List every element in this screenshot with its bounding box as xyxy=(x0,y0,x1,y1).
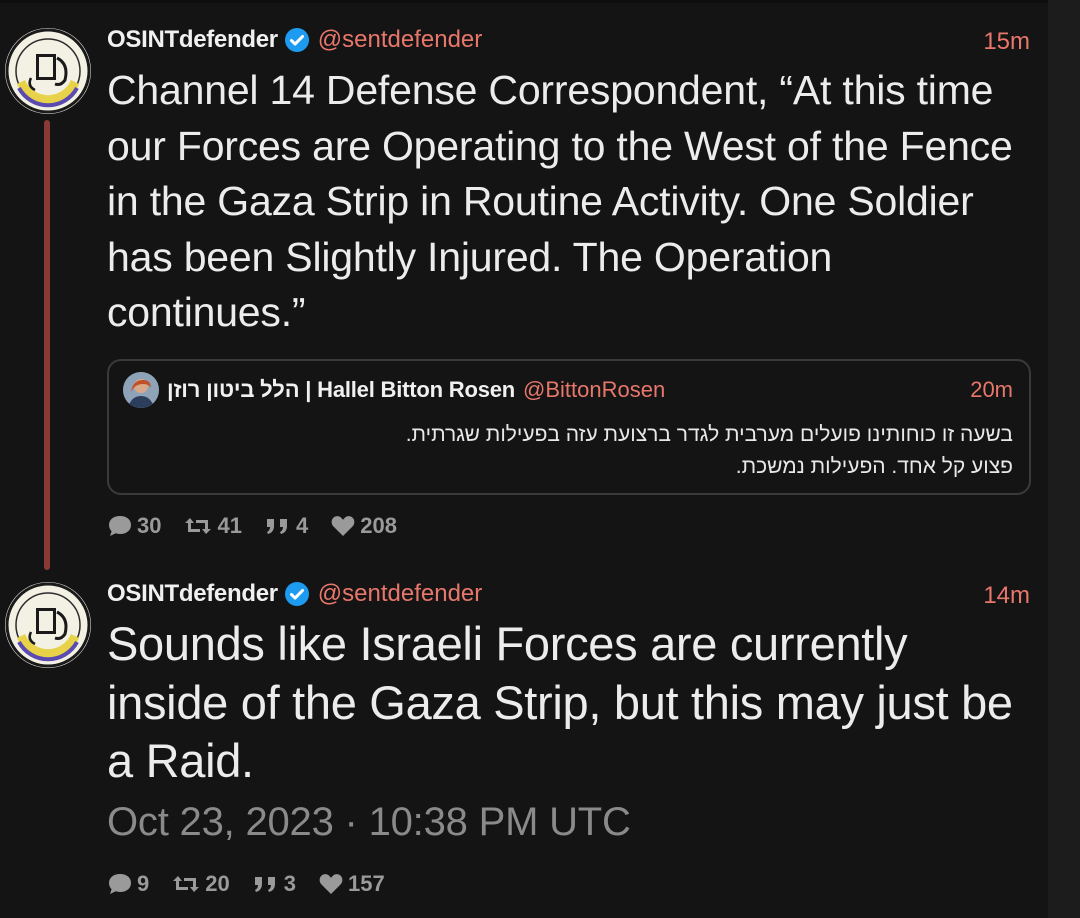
quote-header: הלל ביטון רוזן | Hallel Bitton Rosen @Bi… xyxy=(123,372,665,408)
osint-defender-logo-icon xyxy=(5,582,91,668)
like-count: 208 xyxy=(360,513,397,538)
tweet-stats: 9 20 3 157 xyxy=(107,871,407,897)
quote-author-name[interactable]: הלל ביטון רוזן | Hallel Bitton Rosen xyxy=(167,377,515,403)
retweet-count: 41 xyxy=(217,513,242,538)
quote-icon xyxy=(254,877,275,892)
retweet-icon xyxy=(185,518,212,534)
thread-connector-line xyxy=(44,120,50,570)
tweet-time[interactable]: 15m xyxy=(983,28,1030,56)
quote-count: 3 xyxy=(283,871,296,896)
avatar[interactable] xyxy=(5,582,91,668)
quote-text-line: בשעה זו כוחותינו פועלים מערבית לגדר ברצו… xyxy=(405,423,1013,446)
retweet-button[interactable]: 20 xyxy=(171,871,230,897)
scrollbar-track[interactable] xyxy=(1048,0,1080,918)
author-handle[interactable]: @sentdefender xyxy=(318,26,482,54)
quote-button[interactable]: 3 xyxy=(252,871,296,897)
osint-defender-logo-icon xyxy=(5,28,91,114)
timeline: OSINTdefender @sentdefender 15m Channel … xyxy=(0,0,1080,918)
top-border xyxy=(0,0,1080,3)
tweet-time[interactable]: 14m xyxy=(983,582,1030,610)
quote-count: 4 xyxy=(295,513,309,538)
reply-icon xyxy=(109,516,131,536)
reply-count: 30 xyxy=(137,513,162,538)
heart-icon xyxy=(319,874,343,894)
tweet-header: OSINTdefender @sentdefender xyxy=(107,577,482,611)
author-name[interactable]: OSINTdefender xyxy=(107,26,278,54)
quote-text: בשעה זו כוחותינו פועלים מערבית לגדר ברצו… xyxy=(153,419,1013,483)
author-name[interactable]: OSINTdefender xyxy=(107,580,278,608)
quote-time[interactable]: 20m xyxy=(970,377,1013,403)
avatar[interactable] xyxy=(5,28,91,114)
heart-icon xyxy=(331,516,355,536)
quote-icon xyxy=(266,519,287,534)
quoted-tweet[interactable]: הלל ביטון רוזן | Hallel Bitton Rosen @Bi… xyxy=(107,359,1031,495)
retweet-icon xyxy=(173,876,200,892)
quote-button[interactable]: 4 xyxy=(264,513,308,539)
quote-avatar[interactable] xyxy=(123,372,159,408)
reply-count: 9 xyxy=(137,871,150,896)
quote-author-handle[interactable]: @BittonRosen xyxy=(523,377,665,403)
verified-badge-icon xyxy=(284,27,310,53)
verified-badge-icon xyxy=(284,581,310,607)
tweet-date[interactable]: Oct 23, 2023 · 10:38 PM UTC xyxy=(107,800,631,845)
reply-icon xyxy=(109,874,131,894)
tweet-text: Sounds like Israeli Forces are currently… xyxy=(107,617,1013,787)
reply-button[interactable]: 9 xyxy=(107,871,149,897)
quote-text-line: פצוע קל אחד. הפעילות נמשכת. xyxy=(735,455,1013,478)
like-button[interactable]: 208 xyxy=(330,513,397,539)
author-handle[interactable]: @sentdefender xyxy=(318,580,482,608)
retweet-button[interactable]: 41 xyxy=(183,513,242,539)
profile-photo-icon xyxy=(123,372,159,408)
tweet-stats: 30 41 4 208 xyxy=(107,513,419,539)
like-count: 157 xyxy=(347,871,385,896)
retweet-count: 20 xyxy=(205,871,230,896)
like-button[interactable]: 157 xyxy=(318,871,385,897)
tweet-text: Channel 14 Defense Correspondent, “At th… xyxy=(107,67,1013,335)
tweet-header: OSINTdefender @sentdefender xyxy=(107,23,482,57)
reply-button[interactable]: 30 xyxy=(107,513,161,539)
